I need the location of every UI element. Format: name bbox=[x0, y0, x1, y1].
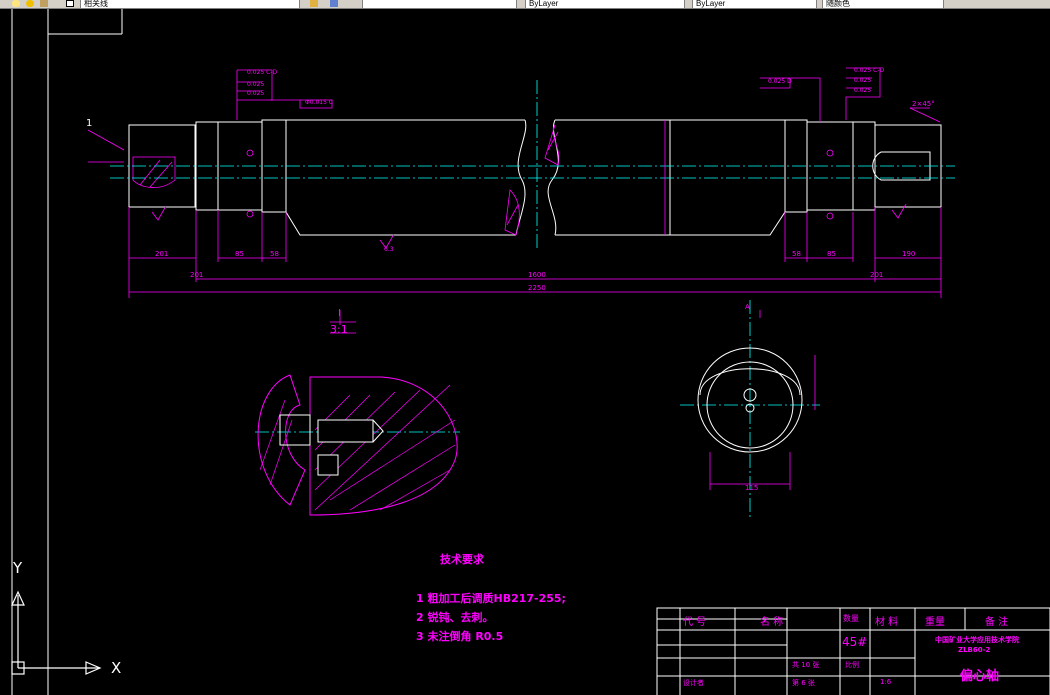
dim-right-b: 85 bbox=[827, 250, 836, 258]
tb-sheet-no: 第 6 张 bbox=[792, 679, 815, 687]
ucs-y-label: Y bbox=[13, 559, 23, 577]
center-lines bbox=[110, 80, 955, 520]
gtol-right-3: 0.025 bbox=[854, 77, 872, 84]
gtol-left-1: 0.025 C-D bbox=[247, 69, 278, 76]
tb-sheet-total: 共 10 张 bbox=[792, 661, 820, 669]
gtol-right-4: 0.025 bbox=[854, 87, 872, 94]
leader-label: 1 bbox=[86, 118, 93, 129]
shaft-main-view bbox=[128, 119, 942, 236]
tb-scale: 1:6 bbox=[880, 678, 892, 686]
ucs-x-label: X bbox=[111, 659, 122, 677]
dim-left-d: 58 bbox=[270, 250, 279, 258]
dim-chamfer: 2×45° bbox=[912, 100, 935, 108]
tb-hdr-material: 材 料 bbox=[875, 617, 899, 628]
ucs-icon bbox=[11, 590, 102, 675]
tech-req-item-1: 1 粗加工后调质HB217-255; bbox=[416, 592, 566, 605]
tb-hdr-weight: 重量 bbox=[925, 617, 945, 628]
tb-part-name: 偏心轴 bbox=[960, 669, 1000, 684]
gtol-left-3: 0.025 bbox=[247, 90, 265, 97]
tech-req-item-3: 3 未注倒角 R0.5 bbox=[416, 630, 504, 643]
dim-left-a: 201 bbox=[155, 250, 169, 258]
gtol-right-1: 0.025 D bbox=[768, 78, 792, 85]
gtol-right-2: 0.025 C-D bbox=[854, 67, 885, 74]
dim-a: A bbox=[745, 303, 750, 311]
tb-hdr-note: 备 注 bbox=[985, 617, 1009, 628]
tb-scale-label: 比例 bbox=[845, 661, 859, 669]
dim-right-a: 58 bbox=[792, 250, 801, 258]
detail-view-i bbox=[257, 374, 458, 516]
dim-right-c: 201 bbox=[870, 271, 884, 279]
dim-ra: 6.3 bbox=[384, 246, 394, 253]
dim-left-c: 85 bbox=[235, 250, 244, 258]
drawing-frame bbox=[11, 9, 123, 695]
hatch-breaks bbox=[132, 124, 560, 236]
detail-label: I bbox=[338, 308, 341, 319]
dim-overall: 2250 bbox=[528, 284, 546, 292]
tb-hdr-code: 代 号 bbox=[683, 617, 707, 628]
dimension-lines bbox=[87, 67, 942, 334]
detail-scale: 3:1 bbox=[330, 323, 348, 336]
ra-symbols bbox=[151, 149, 907, 249]
dim-left-b: 201 bbox=[190, 271, 204, 279]
gtol-left-2: 0.025 bbox=[247, 81, 265, 88]
tb-designer: 设计者 bbox=[683, 679, 704, 687]
tb-hdr-name: 名 称 bbox=[760, 617, 784, 628]
tb-drawing-no: ZLB60-2 bbox=[958, 646, 991, 654]
dim-bottom-w: 115 bbox=[745, 484, 759, 492]
gtol-left-4: Φ0.015 C bbox=[305, 99, 333, 106]
dim-mid: 1600 bbox=[528, 271, 546, 279]
dim-right-d: 190 bbox=[902, 250, 916, 258]
tech-req-item-2: 2 锐钝、去刺。 bbox=[416, 611, 494, 624]
section-view bbox=[697, 310, 816, 490]
tb-hdr-qty: 数量 bbox=[843, 614, 859, 623]
tb-school: 中国矿业大学应用技术学院 bbox=[935, 636, 1019, 644]
tb-material: 45# bbox=[842, 635, 868, 649]
tech-req-title: 技术要求 bbox=[440, 553, 484, 566]
